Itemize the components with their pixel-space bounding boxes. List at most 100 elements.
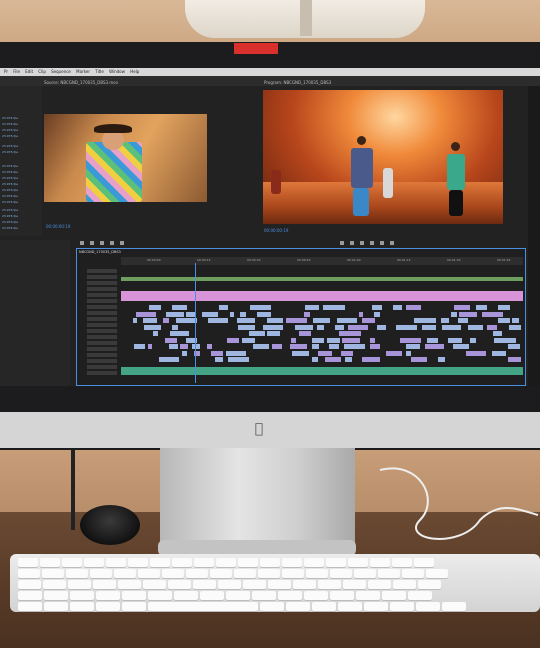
timeline-clip[interactable] [168, 344, 179, 349]
keyboard-key[interactable] [118, 580, 141, 589]
keyboard-key[interactable] [18, 558, 38, 567]
menu-item[interactable]: Window [109, 69, 125, 74]
keyboard-key[interactable] [106, 558, 126, 567]
timeline-clip[interactable] [207, 344, 212, 349]
keyboard-key[interactable] [186, 569, 208, 578]
timeline-clip[interactable] [170, 331, 189, 336]
timeline-clip[interactable] [492, 350, 506, 356]
keyboard-key[interactable] [252, 591, 276, 600]
timeline-clip[interactable] [240, 311, 246, 317]
keyboard-key[interactable] [143, 580, 166, 589]
keyboard-key[interactable] [122, 602, 146, 611]
sequence-tab[interactable]: NBCGND_170035_DBS3 [79, 250, 159, 255]
timeline-clip[interactable] [289, 344, 308, 349]
timeline-clip[interactable] [132, 318, 138, 323]
keyboard-key[interactable] [326, 558, 346, 567]
keyboard-key[interactable] [96, 591, 120, 600]
menu-item[interactable]: Clip [38, 69, 46, 74]
timeline-clip[interactable] [344, 357, 352, 362]
menu-item[interactable]: Help [130, 69, 139, 74]
track-header[interactable] [87, 341, 117, 345]
timeline-clip[interactable] [458, 318, 468, 323]
timeline-clip[interactable] [159, 357, 180, 362]
list-item[interactable]: 23.976 fps [2, 170, 38, 175]
keyboard-key[interactable] [243, 580, 266, 589]
timeline-clip[interactable] [267, 331, 280, 336]
keyboard-key[interactable] [128, 558, 148, 567]
timeline-clip[interactable] [267, 318, 283, 323]
timeline-clip[interactable] [252, 344, 269, 349]
lift-icon[interactable] [380, 241, 384, 245]
list-item[interactable]: 23.976 fps [2, 134, 38, 139]
timeline-clip[interactable] [512, 318, 520, 323]
menu-item[interactable]: Sequence [51, 69, 71, 74]
timeline-clip[interactable] [165, 337, 178, 343]
timeline-clip[interactable] [470, 337, 476, 343]
track-header[interactable] [87, 371, 117, 375]
timeline-clip[interactable] [136, 311, 156, 317]
timeline-clip[interactable] [468, 324, 484, 330]
timeline-clip[interactable] [358, 311, 364, 317]
timeline-clip[interactable] [386, 350, 402, 356]
timeline-clip[interactable] [229, 311, 234, 317]
keyboard-key[interactable] [84, 558, 104, 567]
timeline-clip[interactable] [493, 331, 502, 336]
timeline-clip[interactable] [498, 318, 510, 323]
keyboard-key[interactable] [318, 580, 341, 589]
timeline-clip[interactable] [256, 311, 272, 317]
track-header[interactable] [87, 275, 117, 279]
timeline-clip[interactable] [317, 324, 324, 330]
track-header[interactable] [87, 347, 117, 351]
timeline-clip[interactable] [369, 344, 380, 349]
track-header[interactable] [87, 299, 117, 303]
keyboard-key[interactable] [44, 591, 68, 600]
list-item[interactable]: 23.976 fps [2, 116, 38, 121]
menu-item[interactable]: Pr [4, 69, 8, 74]
keyboard-key[interactable] [278, 591, 302, 600]
timeline-clip[interactable] [447, 337, 463, 343]
timeline-clip[interactable] [172, 324, 178, 330]
keyboard-key[interactable] [148, 591, 172, 600]
step-forward-icon[interactable] [110, 241, 114, 245]
keyboard-key[interactable] [70, 602, 94, 611]
keyboard[interactable] [10, 554, 540, 612]
timeline-clip[interactable] [211, 350, 223, 356]
timeline-clip[interactable] [143, 324, 162, 330]
keyboard-key[interactable] [18, 591, 42, 600]
step-back-icon[interactable] [350, 241, 354, 245]
timeline-clip[interactable] [405, 344, 420, 349]
keyboard-key[interactable] [382, 591, 406, 600]
timeline-clip[interactable] [371, 305, 383, 310]
keyboard-key[interactable] [343, 580, 366, 589]
menu-item[interactable]: File [13, 69, 20, 74]
timeline-clip[interactable] [312, 318, 331, 323]
timeline-clip[interactable] [452, 344, 470, 349]
timeline-clip[interactable] [172, 305, 187, 310]
keyboard-key[interactable] [442, 602, 466, 611]
timeline-clip[interactable] [422, 324, 437, 330]
track-header[interactable] [87, 293, 117, 297]
timeline-clip[interactable] [373, 311, 381, 317]
timeline-clip[interactable] [393, 305, 402, 310]
step-back-icon[interactable] [90, 241, 94, 245]
keyboard-key[interactable] [40, 558, 60, 567]
keyboard-key[interactable] [393, 580, 416, 589]
timeline-clip[interactable] [507, 344, 520, 349]
keyboard-key[interactable] [414, 558, 434, 567]
timeline-clip[interactable] [322, 305, 345, 310]
timeline-clip[interactable] [312, 337, 325, 343]
keyboard-key[interactable] [356, 591, 380, 600]
keyboard-key[interactable] [90, 569, 112, 578]
keyboard-key[interactable] [402, 569, 424, 578]
timeline-clip[interactable] [201, 311, 219, 317]
timeline-clip[interactable] [369, 337, 376, 343]
list-item[interactable]: 23.976 fps [2, 122, 38, 127]
keyboard-key[interactable] [218, 580, 241, 589]
keyboard-key[interactable] [378, 569, 400, 578]
keyboard-key[interactable] [282, 569, 304, 578]
keyboard-key[interactable] [282, 558, 302, 567]
time-ruler[interactable]: 00:00:00 00:00:15 00:00:30 00:00:45 00:0… [121, 257, 523, 265]
timeline-clip[interactable] [227, 357, 249, 362]
list-item[interactable]: 23.976 fps [2, 200, 38, 205]
timeline-clip[interactable] [176, 318, 197, 323]
